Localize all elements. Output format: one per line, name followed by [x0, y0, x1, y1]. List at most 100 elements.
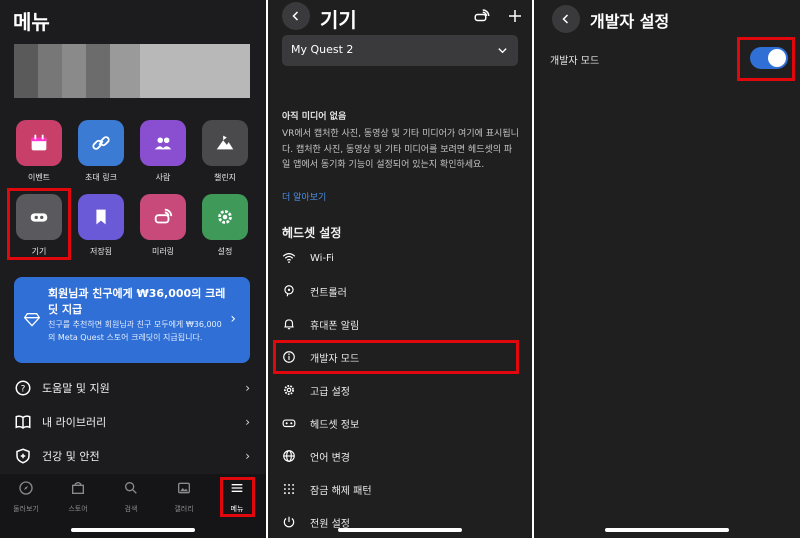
- diamond-icon: [24, 313, 40, 327]
- setting-language[interactable]: 언어 변경: [282, 445, 518, 467]
- headset-icon: [282, 419, 296, 428]
- highlight-developer-mode: [273, 340, 519, 374]
- chevron-left-icon: [292, 11, 299, 21]
- tab-label: 갤러리: [174, 505, 194, 513]
- app-label: 미러링: [151, 247, 175, 256]
- mountain-icon: [202, 120, 248, 166]
- tab-label: 둘러보기: [13, 505, 39, 513]
- chevron-right-icon: ›: [245, 415, 250, 429]
- wifi-icon: [282, 253, 296, 263]
- app-people[interactable]: 사람: [138, 120, 188, 183]
- menu-screen: 메뉴 이벤트 초대 링크 사람 챌린지 기기 저장됨 미러링 설정 회원님과 친…: [0, 0, 266, 538]
- help-icon: ?: [15, 380, 31, 396]
- shield-icon: [16, 448, 30, 464]
- setting-label: 고급 설정: [310, 386, 350, 398]
- page-title: 기기: [320, 8, 357, 32]
- menu-label: 내 라이브러리: [42, 416, 107, 429]
- pattern-icon: [283, 483, 295, 495]
- plus-icon[interactable]: [506, 7, 524, 25]
- mirror-cast-icon[interactable]: [473, 7, 491, 25]
- app-mirroring[interactable]: 미러링: [138, 194, 188, 257]
- devices-screen: 기기 My Quest 2 아직 미디어 없음 VR에서 캡처한 사진, 동영상…: [268, 0, 532, 538]
- setting-label: 컨트롤러: [310, 287, 347, 299]
- app-invite-link[interactable]: 초대 링크: [76, 120, 126, 183]
- menu-health-safety[interactable]: 건강 및 안전 ›: [14, 441, 250, 471]
- chevron-right-icon: ›: [245, 449, 250, 463]
- search-icon: [124, 482, 137, 494]
- developer-mode-label: 개발자 모드: [550, 56, 600, 67]
- gear-icon: [202, 194, 248, 240]
- app-label: 챌린지: [213, 173, 237, 182]
- tab-search[interactable]: 검색: [111, 480, 151, 514]
- setting-controllers[interactable]: 컨트롤러: [282, 280, 518, 302]
- menu-library[interactable]: 내 라이브러리 ›: [14, 407, 250, 437]
- tab-store[interactable]: 스토어: [58, 480, 98, 514]
- compass-icon: [19, 481, 33, 495]
- people-icon: [140, 120, 186, 166]
- power-icon: [283, 516, 295, 528]
- device-dropdown-value: My Quest 2: [291, 43, 354, 56]
- app-saved[interactable]: 저장됨: [76, 194, 126, 257]
- app-settings[interactable]: 설정: [200, 194, 250, 257]
- home-indicator: [71, 528, 195, 532]
- svg-text:?: ?: [21, 384, 26, 394]
- setting-label: 휴대폰 알림: [310, 320, 360, 332]
- developer-settings-screen: 개발자 설정 개발자 모드: [534, 0, 800, 538]
- menu-label: 도움말 및 지원: [42, 382, 110, 395]
- bookmark-icon: [78, 194, 124, 240]
- page-title: 메뉴: [13, 10, 50, 34]
- chevron-right-icon: ›: [245, 381, 250, 395]
- app-events[interactable]: 이벤트: [14, 120, 64, 183]
- highlight-devices: [7, 188, 71, 260]
- setting-label: Wi-Fi: [310, 252, 334, 264]
- mirror-cast-icon: [140, 194, 186, 240]
- setting-headset-info[interactable]: 헤드셋 정보: [282, 412, 518, 434]
- setting-label: 헤드셋 정보: [310, 419, 360, 431]
- home-indicator: [338, 528, 462, 532]
- app-label: 저장됨: [89, 247, 113, 256]
- tab-label: 검색: [124, 505, 138, 513]
- app-label: 사람: [155, 173, 171, 182]
- back-button[interactable]: [552, 5, 580, 33]
- setting-label: 언어 변경: [310, 452, 350, 464]
- calendar-icon: [16, 120, 62, 166]
- media-empty-body: VR에서 캡처한 사진, 동영상 및 기타 미디어가 여기에 표시됩니다. 캡처…: [282, 129, 519, 170]
- controller-icon: [284, 285, 294, 297]
- section-title: 헤드셋 설정: [282, 226, 342, 240]
- library-icon: [15, 415, 31, 429]
- gear-icon: [284, 385, 294, 395]
- promo-body: 친구를 추천하면 회원님과 친구 모두에게 ₩36,000의 Meta Ques…: [48, 320, 222, 342]
- setting-label: 잠금 해제 패턴: [310, 485, 372, 497]
- app-label: 초대 링크: [85, 173, 117, 182]
- media-empty-heading: 아직 미디어 없음: [282, 112, 347, 122]
- tab-label: 스토어: [68, 505, 88, 513]
- learn-more-link[interactable]: 더 알아보기: [282, 190, 326, 203]
- gallery-icon: [178, 482, 190, 494]
- store-icon: [72, 482, 84, 494]
- page-title: 개발자 설정: [590, 12, 670, 31]
- chevron-left-icon: [562, 14, 569, 24]
- tab-explore[interactable]: 둘러보기: [6, 480, 46, 514]
- back-button[interactable]: [282, 2, 310, 30]
- highlight-menu-tab: [220, 477, 255, 517]
- bell-icon: [284, 319, 294, 330]
- globe-icon: [283, 450, 295, 462]
- promo-banner[interactable]: 회원님과 친구에게 ₩36,000의 크레딧 지급 친구를 추천하면 회원님과 …: [14, 277, 250, 363]
- highlight-developer-toggle: [737, 37, 795, 81]
- promo-title: 회원님과 친구에게 ₩36,000의 크레딧 지급: [48, 287, 226, 316]
- setting-wifi[interactable]: Wi-Fi: [282, 247, 518, 269]
- app-challenge[interactable]: 챌린지: [200, 120, 250, 183]
- home-indicator: [605, 528, 729, 532]
- menu-help[interactable]: ? 도움말 및 지원 ›: [14, 373, 250, 403]
- setting-unlock-pattern[interactable]: 잠금 해제 패턴: [282, 478, 518, 500]
- app-label: 이벤트: [27, 173, 51, 182]
- link-icon: [78, 120, 124, 166]
- tab-gallery[interactable]: 갤러리: [164, 480, 204, 514]
- chevron-right-icon: ›: [230, 311, 236, 327]
- app-label: 설정: [217, 247, 233, 256]
- profile-blurred: [14, 44, 250, 98]
- device-dropdown[interactable]: My Quest 2: [282, 35, 518, 66]
- setting-phone-notifications[interactable]: 휴대폰 알림: [282, 313, 518, 335]
- setting-advanced[interactable]: 고급 설정: [282, 379, 518, 401]
- chevron-down-icon: [498, 48, 507, 54]
